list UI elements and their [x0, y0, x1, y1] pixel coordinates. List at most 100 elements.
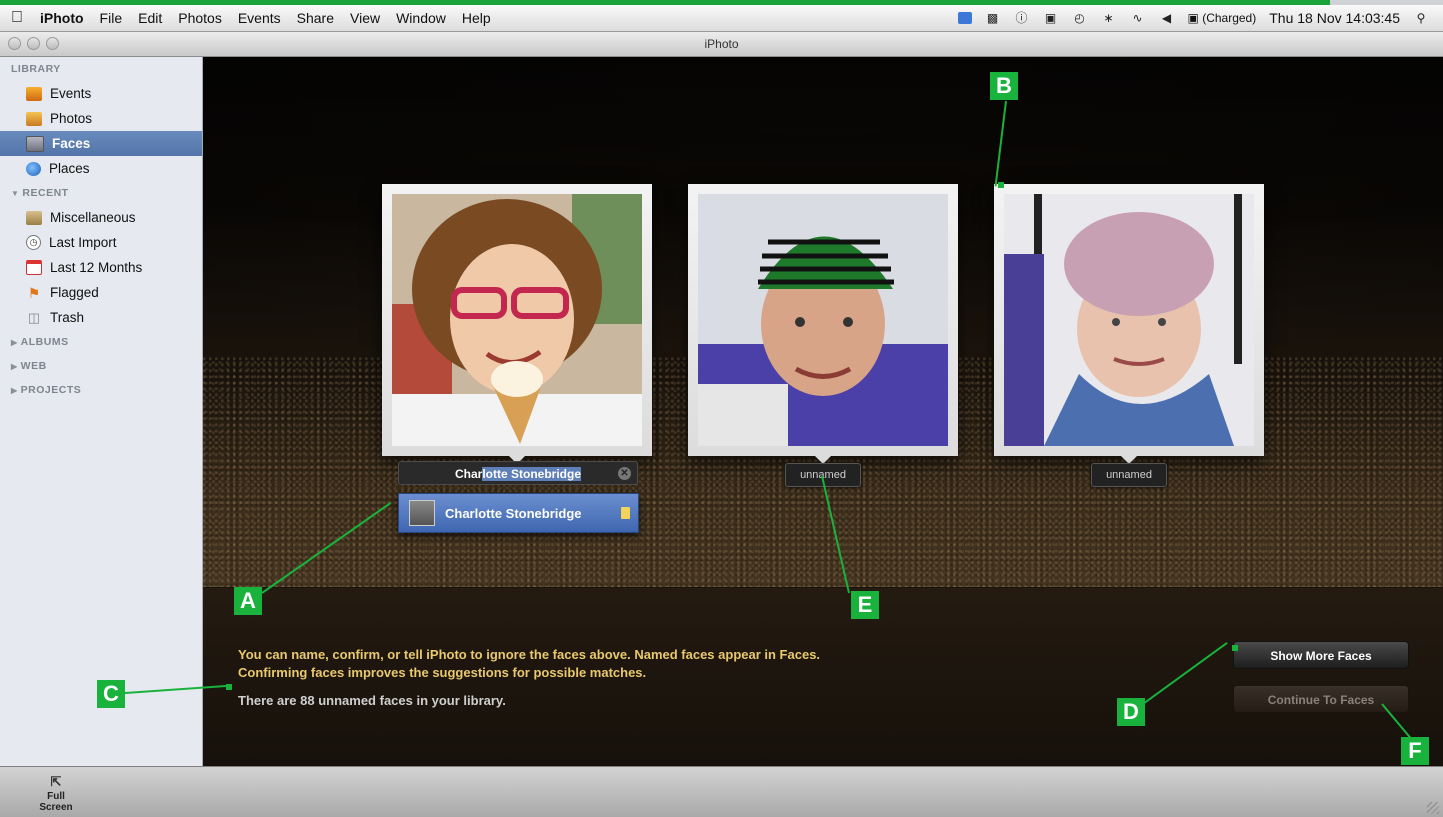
resize-grip-icon[interactable]	[1427, 802, 1439, 814]
battery-status[interactable]: ▣ (Charged)	[1188, 11, 1257, 25]
menu-view[interactable]: View	[342, 5, 388, 31]
menu-photos[interactable]: Photos	[170, 5, 230, 31]
face-name-tag-3[interactable]: unnamed	[1091, 463, 1167, 487]
sidebar-item-label: Trash	[50, 310, 85, 325]
window-title-bar: iPhoto	[0, 32, 1443, 57]
projects-header[interactable]: ▶ PROJECTS	[0, 378, 202, 402]
name-suggestion-item[interactable]: Charlotte Stonebridge	[398, 493, 639, 533]
face-photo-1	[392, 194, 642, 446]
wifi-icon[interactable]: ∿	[1130, 11, 1146, 25]
web-header[interactable]: ▶ WEB	[0, 354, 202, 378]
face-photo-child-pink-hat	[1004, 194, 1254, 446]
albums-header-label: ALBUMS	[20, 336, 69, 348]
face-photo-3	[1004, 194, 1254, 446]
window-controls	[8, 37, 59, 50]
bluetooth-icon[interactable]: ∗	[1101, 11, 1117, 25]
volume-icon[interactable]: ◀	[1159, 11, 1175, 25]
faces-main-view: Charlotte Stonebridge ✕ Charlotte Stoneb…	[203, 57, 1443, 766]
continue-to-faces-button[interactable]: Continue To Faces	[1233, 685, 1409, 713]
instruction-line-2: Confirming faces improves the suggestion…	[238, 665, 647, 680]
spotlight-search-icon[interactable]: ⚲	[1413, 11, 1429, 25]
disclosure-open-icon: ▼	[11, 189, 20, 198]
web-header-label: WEB	[20, 360, 47, 372]
battery-text: (Charged)	[1202, 11, 1257, 25]
alert-icon[interactable]: ⓘ	[1014, 11, 1030, 25]
display-icon[interactable]: ▣	[1043, 11, 1059, 25]
minimize-window-button[interactable]	[27, 37, 40, 50]
instruction-line-1: You can name, confirm, or tell iPhoto to…	[238, 647, 821, 662]
menu-app-name[interactable]: iPhoto	[34, 5, 92, 31]
annotation-dot-d	[1232, 645, 1238, 651]
sidebar-item-faces[interactable]: Faces	[0, 131, 202, 156]
unnamed-count-text: There are 88 unnamed faces in your libra…	[238, 693, 506, 708]
face-photo-man-green-hat	[698, 194, 948, 446]
close-window-button[interactable]	[8, 37, 21, 50]
sidebar-item-label: Events	[50, 86, 92, 101]
disclosure-closed-icon: ▶	[11, 386, 18, 395]
sidebar-item-label: Last Import	[49, 235, 117, 250]
face-card-3[interactable]	[994, 184, 1264, 464]
sidebar-item-last-import[interactable]: ◷ Last Import	[0, 230, 202, 255]
face-photo-girl-glasses	[392, 194, 642, 446]
full-screen-icon: ⇱	[50, 774, 62, 789]
app-status-icon[interactable]	[957, 12, 972, 24]
apple-icon[interactable]: 	[0, 9, 34, 27]
sidebar-item-label: Miscellaneous	[50, 210, 136, 225]
face-name-field[interactable]: Charlotte Stonebridge ✕	[398, 461, 638, 485]
sidebar-item-miscellaneous[interactable]: Miscellaneous	[0, 205, 202, 230]
suggestion-thumbnail	[409, 500, 435, 526]
sidebar-item-label: Flagged	[50, 285, 99, 300]
clock-icon: ◷	[26, 235, 41, 250]
suggestion-name: Charlotte Stonebridge	[445, 505, 582, 521]
albums-header[interactable]: ▶ ALBUMS	[0, 330, 202, 354]
menu-file[interactable]: File	[92, 5, 131, 31]
disclosure-closed-icon: ▶	[11, 338, 18, 347]
menu-share[interactable]: Share	[289, 5, 342, 31]
annotation-label-f: F	[1401, 737, 1429, 765]
face-card-1[interactable]	[382, 184, 652, 464]
instruction-text: You can name, confirm, or tell iPhoto to…	[238, 646, 820, 682]
calendar-icon	[26, 260, 42, 275]
sidebar-item-last-12-months[interactable]: Last 12 Months	[0, 255, 202, 280]
annotation-label-c: C	[97, 680, 125, 708]
globe-icon	[26, 161, 41, 176]
annotation-label-d: D	[1117, 698, 1145, 726]
time-machine-icon[interactable]: ◴	[1072, 11, 1088, 25]
sidebar-item-label: Places	[49, 161, 90, 176]
source-list-sidebar: LIBRARY Events Photos Faces Places ▼ RECE…	[0, 57, 203, 766]
annotation-dot-b	[998, 182, 1004, 188]
sidebar-item-label: Photos	[50, 111, 93, 126]
disclosure-closed-icon: ▶	[11, 362, 18, 371]
faces-icon	[26, 135, 44, 152]
menu-events[interactable]: Events	[230, 5, 289, 31]
sidebar-item-flagged[interactable]: ⚑ Flagged	[0, 280, 202, 305]
annotation-label-e: E	[851, 591, 879, 619]
window-title: iPhoto	[704, 37, 739, 51]
bottom-toolbar: ⇱ Full Screen	[0, 766, 1443, 817]
clock[interactable]: Thu 18 Nov 14:03:45	[1269, 10, 1400, 26]
face-photo-2	[698, 194, 948, 446]
menu-edit[interactable]: Edit	[130, 5, 170, 31]
flag-icon: ⚑	[27, 284, 41, 301]
show-more-faces-button[interactable]: Show More Faces	[1233, 641, 1409, 669]
contact-card-icon	[621, 507, 630, 519]
annotation-label-b: B	[990, 72, 1018, 100]
sidebar-item-places[interactable]: Places	[0, 156, 202, 181]
autocomplete-selection: lotte Stonebridge	[482, 467, 581, 481]
clear-field-icon[interactable]: ✕	[618, 467, 631, 480]
sidebar-item-events[interactable]: Events	[0, 81, 202, 106]
recent-header[interactable]: ▼ RECENT	[0, 181, 202, 205]
network-status-icon[interactable]: ▩	[985, 11, 1001, 25]
recent-header-label: RECENT	[22, 187, 69, 199]
sidebar-item-photos[interactable]: Photos	[0, 106, 202, 131]
menu-window[interactable]: Window	[388, 5, 454, 31]
full-screen-label: Full Screen	[39, 791, 73, 813]
face-card-2[interactable]	[688, 184, 958, 464]
library-header: LIBRARY	[11, 63, 61, 75]
menu-help[interactable]: Help	[454, 5, 499, 31]
sidebar-item-trash[interactable]: ◫ Trash	[0, 305, 202, 330]
annotation-label-a: A	[234, 587, 262, 615]
full-screen-button[interactable]: ⇱ Full Screen	[34, 773, 78, 813]
sidebar-item-label: Last 12 Months	[50, 260, 143, 275]
zoom-window-button[interactable]	[46, 37, 59, 50]
